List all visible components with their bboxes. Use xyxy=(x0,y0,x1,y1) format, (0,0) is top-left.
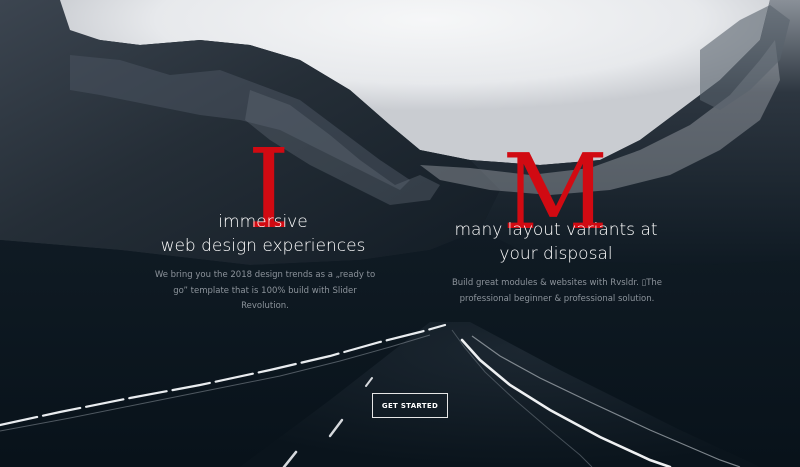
paragraph-left: We bring you the 2018 design trends as a… xyxy=(154,270,376,311)
get-started-button[interactable]: GET STARTED xyxy=(372,393,448,418)
heading-left-line-1: immersive xyxy=(218,212,308,232)
heading-right-line-2: your disposal xyxy=(499,244,613,264)
paragraph-right: Build great modules & websites with Rvsl… xyxy=(451,278,663,304)
heading-right: many layout variants at your disposal xyxy=(450,218,662,266)
heading-left: immersive web design experiences xyxy=(150,210,376,258)
hero-slide: I M immersive web design experiences We … xyxy=(0,0,800,467)
heading-left-line-2: web design experiences xyxy=(160,236,366,256)
heading-right-line-1: many layout variants at xyxy=(454,220,658,240)
